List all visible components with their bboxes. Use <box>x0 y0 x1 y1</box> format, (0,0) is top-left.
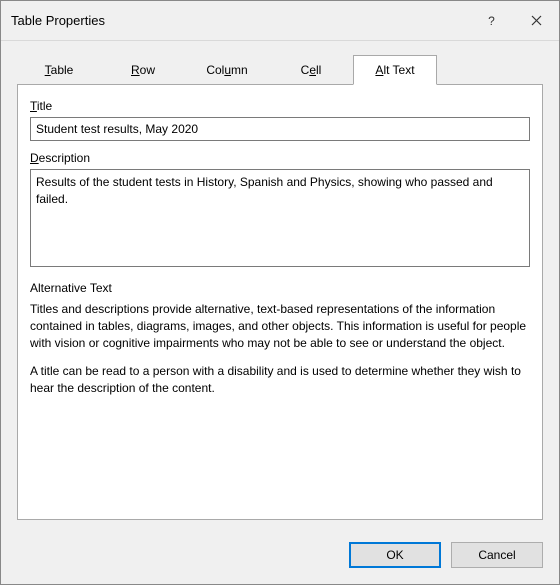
dialog-window: Table Properties ? Table Row Column Cell… <box>0 0 560 585</box>
dialog-body: Table Row Column Cell Alt Text Title Des… <box>1 41 559 530</box>
help-icon: ? <box>488 14 495 28</box>
tab-strip: Table Row Column Cell Alt Text <box>17 55 543 84</box>
cancel-button-label: Cancel <box>478 548 515 562</box>
close-icon <box>531 15 542 26</box>
tab-column[interactable]: Column <box>185 55 269 84</box>
alt-text-heading: Alternative Text <box>30 281 530 295</box>
tab-alt-text[interactable]: Alt Text <box>353 55 437 85</box>
help-button[interactable]: ? <box>469 1 514 41</box>
description-textarea[interactable] <box>30 169 530 267</box>
info-paragraph-2: A title can be read to a person with a d… <box>30 363 530 397</box>
tab-panel-alt-text: Title Description Alternative Text Title… <box>17 84 543 520</box>
ok-button-label: OK <box>386 548 403 562</box>
window-title: Table Properties <box>11 13 469 28</box>
cancel-button[interactable]: Cancel <box>451 542 543 568</box>
button-row: OK Cancel <box>1 530 559 584</box>
close-button[interactable] <box>514 1 559 41</box>
title-label: Title <box>30 99 530 113</box>
title-input[interactable] <box>30 117 530 141</box>
titlebar: Table Properties ? <box>1 1 559 41</box>
tab-row[interactable]: Row <box>101 55 185 84</box>
info-paragraph-1: Titles and descriptions provide alternat… <box>30 301 530 351</box>
ok-button[interactable]: OK <box>349 542 441 568</box>
description-label: Description <box>30 151 530 165</box>
tab-cell[interactable]: Cell <box>269 55 353 84</box>
tab-table[interactable]: Table <box>17 55 101 84</box>
